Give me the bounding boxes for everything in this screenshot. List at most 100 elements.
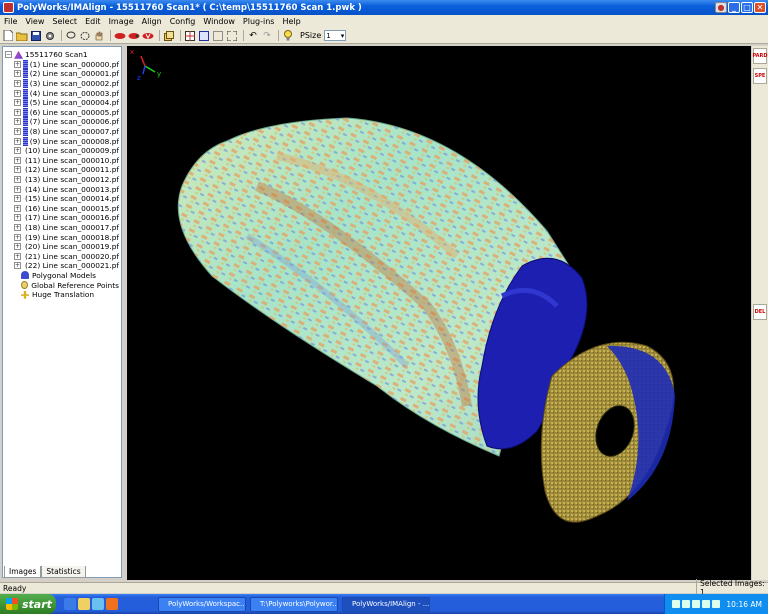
expand-icon[interactable]: +	[14, 147, 21, 155]
freeform-select-icon[interactable]	[79, 30, 91, 42]
fit-view-icon[interactable]	[226, 30, 238, 42]
tree-item-scan[interactable]: + (13) Line scan_000012.pf	[14, 175, 119, 185]
tree-item-scan[interactable]: + (17) Line scan_000016.pf	[14, 213, 119, 223]
pair-align-button[interactable]: PARD	[752, 48, 768, 64]
menu-edit[interactable]: Edit	[81, 17, 105, 26]
expand-icon[interactable]: +	[14, 195, 21, 203]
lasso-select-icon[interactable]	[65, 30, 77, 42]
frame-view-icon[interactable]	[198, 30, 210, 42]
expand-icon[interactable]: +	[14, 233, 21, 241]
tree-root[interactable]: − 15511760 Scan1	[5, 50, 119, 60]
expand-icon[interactable]: +	[14, 166, 21, 174]
expand-icon[interactable]: +	[14, 60, 21, 68]
expand-icon[interactable]: +	[14, 176, 21, 184]
tree-item-scan[interactable]: + (12) Line scan_000011.pf	[14, 165, 119, 175]
red-car-icon-1[interactable]	[114, 30, 126, 42]
task-workspace[interactable]: PolyWorks/Workspac...	[158, 596, 246, 612]
tree-item-global-reference-points[interactable]: Global Reference Points	[21, 280, 119, 290]
tree-item-scan[interactable]: + (15) Line scan_000014.pf	[14, 194, 119, 204]
tray-icon-1[interactable]	[672, 600, 681, 608]
redo-icon[interactable]: ↷	[261, 30, 273, 42]
tree-item-scan[interactable]: + (2) Line scan_000001.pf	[14, 69, 119, 79]
red-car-icon-2[interactable]	[128, 30, 140, 42]
settings-icon[interactable]	[44, 30, 56, 42]
folder-icon[interactable]	[78, 598, 90, 610]
menu-config[interactable]: Config	[166, 17, 200, 26]
tree-item-scan[interactable]: + (21) Line scan_000020.pf	[14, 251, 119, 261]
grid-view-icon[interactable]	[184, 30, 196, 42]
new-file-icon[interactable]	[2, 30, 14, 42]
save-icon[interactable]	[30, 30, 42, 42]
pan-hand-icon[interactable]	[93, 30, 105, 42]
menu-window[interactable]: Window	[199, 17, 239, 26]
tree-item-scan[interactable]: + (19) Line scan_000018.pf	[14, 232, 119, 242]
menu-file[interactable]: File	[0, 17, 21, 26]
tree-item-huge-translation[interactable]: Huge Translation	[21, 290, 119, 300]
tree-item-scan[interactable]: + (4) Line scan_000003.pf	[14, 88, 119, 98]
menu-help[interactable]: Help	[278, 17, 304, 26]
open-folder-icon[interactable]	[16, 30, 28, 42]
tree-item-scan[interactable]: + (11) Line scan_000010.pf	[14, 155, 119, 166]
tree-item-scan[interactable]: + (14) Line scan_000013.pf	[14, 184, 119, 194]
tree-item-scan[interactable]: + (6) Line scan_000005.pf	[14, 107, 119, 118]
tree-item-scan[interactable]: + (3) Line scan_000002.pf	[14, 79, 119, 89]
menu-align[interactable]: Align	[138, 17, 166, 26]
expand-icon[interactable]: +	[14, 118, 21, 126]
tree-item-scan[interactable]: + (22) Line scan_000021.pf	[14, 261, 119, 271]
tree-item-scan[interactable]: + (16) Line scan_000015.pf	[14, 203, 119, 214]
desktop-icon[interactable]	[92, 598, 104, 610]
expand-icon[interactable]: +	[14, 89, 21, 97]
tab-statistics[interactable]: Statistics	[41, 566, 86, 578]
tree-item-scan[interactable]: + (10) Line scan_000009.pf	[14, 146, 119, 156]
expand-icon[interactable]: +	[14, 156, 21, 164]
tree-item-scan[interactable]: + (8) Line scan_000007.pf	[14, 127, 119, 137]
expand-icon[interactable]: +	[14, 70, 21, 78]
lightbulb-icon[interactable]	[282, 30, 294, 42]
expand-icon[interactable]: +	[14, 108, 21, 116]
tree-item-scan[interactable]: + (1) Line scan_000000.pf	[14, 59, 119, 70]
tray-icon-5[interactable]	[712, 600, 721, 608]
psize-select[interactable]: 1 ▾	[324, 30, 347, 41]
expand-icon[interactable]: +	[14, 252, 21, 260]
menu-plugins[interactable]: Plug-ins	[239, 17, 279, 26]
start-button[interactable]: start	[0, 594, 56, 614]
maximize-button[interactable]: □	[741, 2, 753, 13]
expand-icon[interactable]: +	[14, 137, 21, 145]
expand-icon[interactable]: +	[14, 204, 21, 212]
help-circle-icon[interactable]: ●	[715, 2, 727, 13]
menu-view[interactable]: View	[21, 17, 48, 26]
expand-icon[interactable]: +	[14, 243, 21, 251]
tree-item-polygonal-models[interactable]: Polygonal Models	[21, 271, 119, 281]
expand-icon[interactable]: +	[14, 99, 21, 107]
task-imalign[interactable]: PolyWorks/IMAlign - ...	[342, 596, 430, 612]
tree-item-scan[interactable]: + (7) Line scan_000006.pf	[14, 117, 119, 127]
tree-item-scan[interactable]: + (18) Line scan_000017.pf	[14, 222, 119, 233]
expand-icon[interactable]: +	[14, 223, 21, 231]
app-shortcut-icon[interactable]	[106, 598, 118, 610]
menu-image[interactable]: Image	[105, 17, 138, 26]
ie-icon[interactable]	[64, 598, 76, 610]
split-button[interactable]: SPE	[753, 68, 767, 84]
delete-button[interactable]: DEL	[753, 304, 767, 320]
tree-item-scan[interactable]: + (9) Line scan_000008.pf	[14, 136, 119, 146]
3d-viewport[interactable]: y x z	[127, 46, 751, 580]
collapse-icon[interactable]: −	[5, 51, 12, 59]
expand-icon[interactable]: +	[14, 128, 21, 136]
tray-icon-4[interactable]	[702, 600, 711, 608]
minimize-button[interactable]: _	[728, 2, 740, 13]
menu-select[interactable]: Select	[48, 17, 81, 26]
dotted-view-icon[interactable]	[212, 30, 224, 42]
expand-icon[interactable]: +	[14, 262, 21, 270]
expand-icon[interactable]: +	[14, 185, 21, 193]
red-car-icon-3[interactable]	[142, 30, 154, 42]
tab-images[interactable]: Images	[4, 566, 42, 578]
tree-item-scan[interactable]: + (20) Line scan_000019.pf	[14, 242, 119, 252]
tray-icon-2[interactable]	[682, 600, 691, 608]
expand-icon[interactable]: +	[14, 80, 21, 88]
close-button[interactable]: ✕	[754, 2, 766, 13]
tree-item-scan[interactable]: + (5) Line scan_000004.pf	[14, 98, 119, 108]
layers-icon[interactable]	[163, 30, 175, 42]
expand-icon[interactable]: +	[14, 214, 21, 222]
undo-icon[interactable]: ↶	[247, 30, 259, 42]
task-explorer[interactable]: T:\Polyworks\Polywor...	[250, 596, 338, 612]
